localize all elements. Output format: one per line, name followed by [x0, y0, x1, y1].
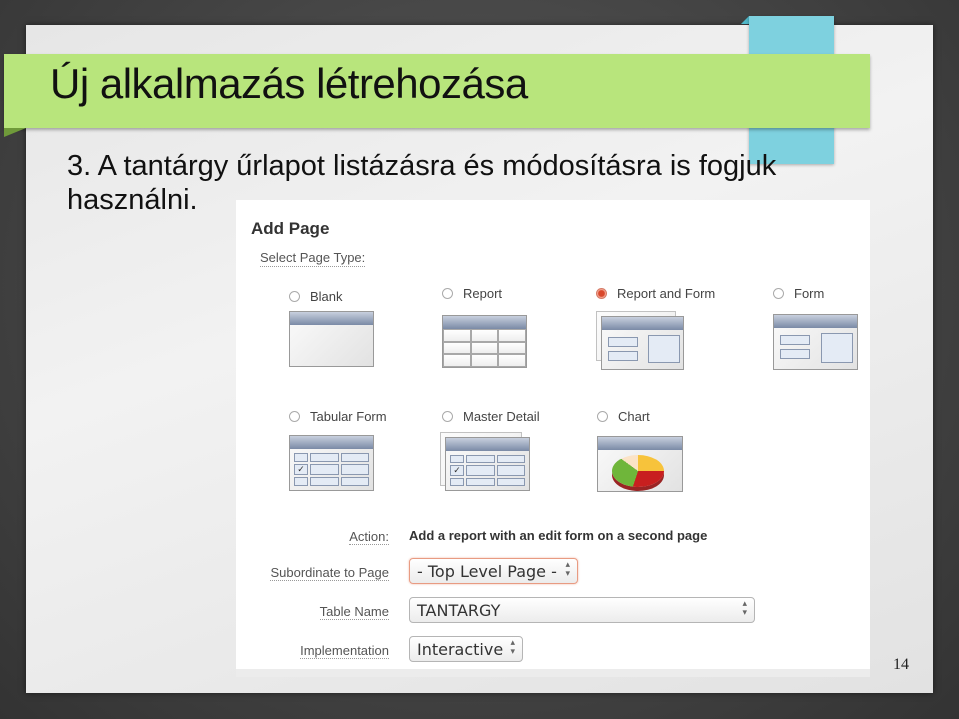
page-type-label: Blank: [310, 289, 343, 304]
select-page-type-label: Select Page Type:: [260, 250, 366, 267]
page-type-label: Report and Form: [617, 286, 716, 301]
page-type-blank[interactable]: Blank: [289, 289, 343, 304]
radio-master-detail[interactable]: [442, 411, 453, 422]
table-name-value: TANTARGY: [417, 601, 501, 620]
page-type-master-detail[interactable]: Master Detail: [442, 409, 540, 424]
master-detail-thumbnail-icon: ✓: [445, 437, 530, 491]
page-type-form[interactable]: Form: [773, 286, 824, 301]
action-value: Add a report with an edit form on a seco…: [409, 528, 708, 543]
add-page-heading: Add Page: [251, 219, 330, 238]
page-number: 14: [893, 656, 909, 673]
select-arrows-icon: ▴ ▾: [565, 560, 570, 579]
page-type-label: Tabular Form: [310, 409, 387, 424]
blank-thumbnail-icon: [289, 311, 374, 367]
implementation-value: Interactive: [417, 640, 504, 659]
report-and-form-thumbnail-icon: [601, 316, 684, 370]
subordinate-to-page-select[interactable]: - Top Level Page - ▴ ▾: [409, 558, 578, 584]
page-type-label: Report: [463, 286, 503, 301]
subordinate-to-page-label: Subordinate to Page: [270, 565, 389, 581]
title-band-fold: [4, 128, 26, 137]
page-type-label: Chart: [618, 409, 650, 424]
select-arrows-icon: ▴ ▾: [742, 599, 747, 618]
screenshot-footer-strip: [236, 669, 870, 677]
page-type-chart[interactable]: Chart: [597, 409, 650, 424]
implementation-label: Implementation: [300, 643, 389, 659]
ribbon-fold: [741, 16, 749, 24]
report-thumbnail-icon: [442, 315, 527, 368]
form-thumbnail-icon: [773, 314, 858, 370]
add-page-screenshot: Add Page Select Page Type: Blank Report …: [236, 200, 870, 677]
page-type-tabular-form[interactable]: Tabular Form: [289, 409, 387, 424]
table-name-select[interactable]: TANTARGY ▴ ▾: [409, 597, 755, 623]
page-type-label: Form: [794, 286, 825, 301]
select-arrows-icon: ▴ ▾: [510, 638, 515, 657]
chart-thumbnail-icon: [597, 436, 683, 492]
slide-title: Új alkalmazás létrehozása: [50, 60, 528, 107]
table-name-label: Table Name: [319, 604, 389, 620]
radio-form[interactable]: [773, 288, 784, 299]
pie-chart-icon: [612, 455, 664, 487]
action-label: Action:: [349, 529, 389, 545]
page-type-report[interactable]: Report: [442, 286, 502, 301]
radio-report-and-form-selected[interactable]: [596, 288, 607, 299]
subordinate-value: - Top Level Page -: [417, 562, 557, 581]
radio-chart[interactable]: [597, 411, 608, 422]
implementation-select[interactable]: Interactive ▴ ▾: [409, 636, 523, 662]
tabular-form-thumbnail-icon: ✓: [289, 435, 374, 491]
page-type-report-and-form[interactable]: Report and Form: [596, 286, 715, 301]
radio-report[interactable]: [442, 288, 453, 299]
radio-blank[interactable]: [289, 291, 300, 302]
page-type-label: Master Detail: [463, 409, 540, 424]
radio-tabular-form[interactable]: [289, 411, 300, 422]
